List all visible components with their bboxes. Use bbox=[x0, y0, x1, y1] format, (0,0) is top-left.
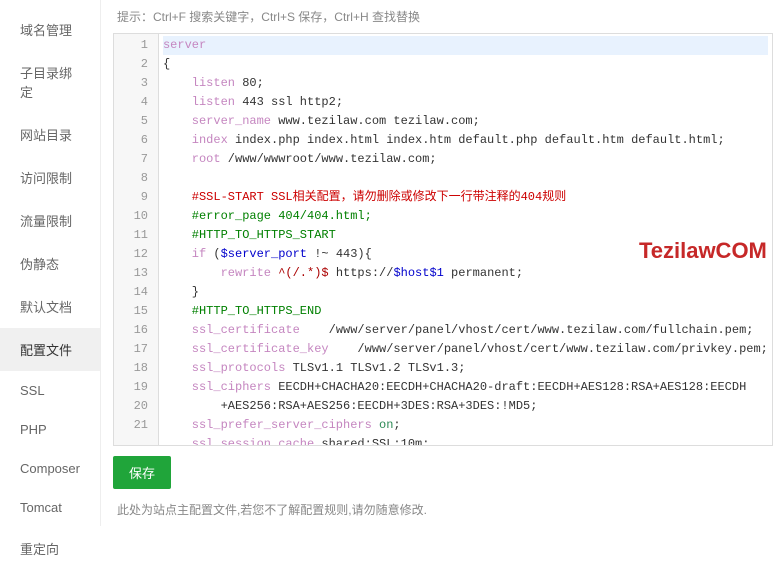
sidebar: 域名管理子目录绑定网站目录访问限制流量限制伪静态默认文档配置文件SSLPHPCo… bbox=[0, 0, 101, 526]
sidebar-item-10[interactable]: Composer bbox=[0, 449, 100, 488]
code-line[interactable]: } bbox=[163, 283, 768, 302]
sidebar-item-4[interactable]: 流量限制 bbox=[0, 199, 100, 242]
code-line[interactable]: listen 80; bbox=[163, 74, 768, 93]
code-line[interactable]: ssl_certificate /www/server/panel/vhost/… bbox=[163, 321, 768, 340]
code-line[interactable]: root /www/wwwroot/www.tezilaw.com; bbox=[163, 150, 768, 169]
main-panel: 提示：Ctrl+F 搜索关键字，Ctrl+S 保存，Ctrl+H 查找替换 12… bbox=[101, 0, 778, 526]
code-line[interactable]: #error_page 404/404.html; bbox=[163, 207, 768, 226]
hint-text: 提示：Ctrl+F 搜索关键字，Ctrl+S 保存，Ctrl+H 查找替换 bbox=[113, 8, 773, 25]
sidebar-item-0[interactable]: 域名管理 bbox=[0, 8, 100, 51]
sidebar-item-7[interactable]: 配置文件 bbox=[0, 328, 100, 371]
sidebar-item-3[interactable]: 访问限制 bbox=[0, 156, 100, 199]
line-gutter: 123456789101112131415161718192021 bbox=[114, 34, 159, 445]
code-area[interactable]: server{ listen 80; listen 443 ssl http2;… bbox=[159, 34, 772, 445]
code-line[interactable]: ssl_certificate_key /www/server/panel/vh… bbox=[163, 340, 768, 359]
code-line[interactable]: ssl_protocols TLSv1.1 TLSv1.2 TLSv1.3; bbox=[163, 359, 768, 378]
code-line[interactable]: #HTTP_TO_HTTPS_START bbox=[163, 226, 768, 245]
code-line[interactable] bbox=[163, 169, 768, 188]
code-line[interactable]: if ($server_port !~ 443){ bbox=[163, 245, 768, 264]
code-line[interactable]: ssl_prefer_server_ciphers on; bbox=[163, 416, 768, 435]
code-line[interactable]: ssl_session_cache shared:SSL:10m; bbox=[163, 435, 768, 445]
sidebar-item-2[interactable]: 网站目录 bbox=[0, 113, 100, 156]
code-line[interactable]: rewrite ^(/.*)$ https://$host$1 permanen… bbox=[163, 264, 768, 283]
footer-note: 此处为站点主配置文件,若您不了解配置规则,请勿随意修改. bbox=[113, 501, 773, 518]
code-line[interactable]: { bbox=[163, 55, 768, 74]
code-line[interactable]: +AES256:RSA+AES256:EECDH+3DES:RSA+3DES:!… bbox=[163, 397, 768, 416]
sidebar-item-9[interactable]: PHP bbox=[0, 410, 100, 449]
sidebar-item-11[interactable]: Tomcat bbox=[0, 488, 100, 527]
code-line[interactable]: listen 443 ssl http2; bbox=[163, 93, 768, 112]
sidebar-item-5[interactable]: 伪静态 bbox=[0, 242, 100, 285]
code-line[interactable]: #SSL-START SSL相关配置，请勿删除或修改下一行带注释的404规则 bbox=[163, 188, 768, 207]
sidebar-item-1[interactable]: 子目录绑定 bbox=[0, 51, 100, 113]
code-line[interactable]: ssl_ciphers EECDH+CHACHA20:EECDH+CHACHA2… bbox=[163, 378, 768, 397]
sidebar-item-12[interactable]: 重定向 bbox=[0, 527, 100, 570]
sidebar-item-6[interactable]: 默认文档 bbox=[0, 285, 100, 328]
code-line[interactable]: server bbox=[163, 36, 768, 55]
code-editor[interactable]: 123456789101112131415161718192021 server… bbox=[113, 33, 773, 446]
code-line[interactable]: server_name www.tezilaw.com tezilaw.com; bbox=[163, 112, 768, 131]
sidebar-item-8[interactable]: SSL bbox=[0, 371, 100, 410]
code-line[interactable]: index index.php index.html index.htm def… bbox=[163, 131, 768, 150]
code-line[interactable]: #HTTP_TO_HTTPS_END bbox=[163, 302, 768, 321]
save-button[interactable]: 保存 bbox=[113, 456, 171, 489]
